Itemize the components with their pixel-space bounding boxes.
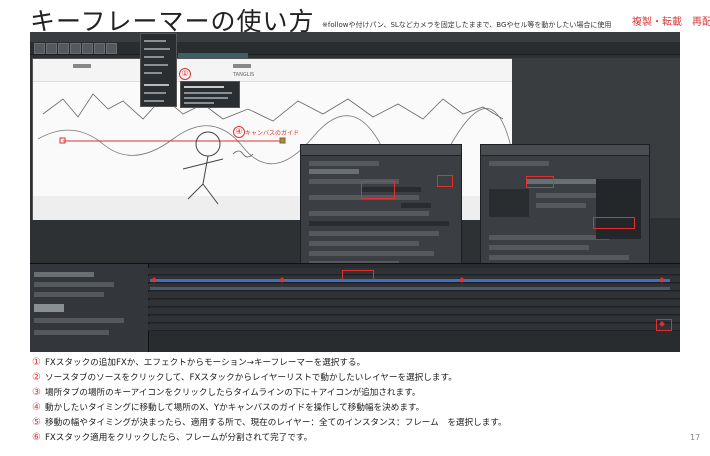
panel-header (481, 145, 649, 156)
instruction-step: ④ 動かしたいタイミングに移動して場所のX、Yかキャンバスのガイドを操作して移動幅… (32, 402, 425, 413)
annotation-marker-4: ④ (233, 126, 245, 138)
record-icon[interactable] (94, 43, 105, 54)
timeline-panel[interactable] (30, 263, 680, 352)
source-tab-highlight (361, 181, 395, 199)
instruction-step: ① FXスタックの追加FXか、エフェクトからモーション→キーフレーマーを選択する。 (32, 357, 366, 368)
instruction-step: ⑤ 移動の幅やタイミングが決まったら、適用する所で、現在のレイヤー：全てのインスタ… (32, 417, 507, 428)
canvas-guide-label: キャンバスのガイド (245, 130, 300, 137)
instruction-step: ⑥ FXスタック適用をクリックしたら、フレームが分割されて完了です。 (32, 432, 313, 443)
menu-bar[interactable] (30, 32, 680, 42)
copyright-notice: 複製・転載 再配 (632, 17, 710, 28)
undo-icon[interactable] (70, 43, 81, 54)
guide-end-handle[interactable] (279, 137, 286, 144)
plus-icon-highlight (656, 319, 672, 331)
frame-marker-left (73, 64, 91, 68)
canvas-logo: TANGLIS (233, 72, 255, 78)
key-icon-highlight (437, 175, 453, 187)
open-folder-icon[interactable] (46, 43, 57, 54)
slide-subtitle: ※followや付けパン、SLなどカメラを固定したままで、BGやセル等を動かした… (322, 21, 612, 29)
timeline-track-bar (150, 279, 670, 282)
layer-list[interactable] (30, 264, 149, 352)
instruction-step: ③ 場所タブの場所のキーアイコンをクリックしたらタイムラインの下に＋アイコンが追加… (32, 387, 421, 398)
layer-list-highlight (526, 176, 554, 188)
save-icon[interactable] (58, 43, 69, 54)
annotation-marker-1: ① (179, 68, 191, 80)
redo-icon[interactable] (82, 43, 93, 54)
new-file-icon[interactable] (34, 43, 45, 54)
app-screenshot: TANGLIS ① ④ キャンバスのガイド (30, 32, 680, 352)
instruction-step: ② ソースタブのソースをクリックして、FXスタックからレイヤーリストで動かしたいレ… (32, 372, 457, 383)
grid-icon[interactable] (106, 43, 117, 54)
frame-marker-right (233, 64, 251, 68)
main-dropdown-menu[interactable] (140, 33, 177, 107)
toolbar (30, 42, 680, 62)
selected-layer-highlight (593, 217, 635, 229)
timeline-track-bar (150, 287, 670, 290)
panel-header (301, 145, 461, 156)
page-number: 17 (690, 433, 701, 442)
keyframer-submenu[interactable] (180, 81, 240, 108)
apply-fx-stack-highlight (342, 270, 374, 280)
